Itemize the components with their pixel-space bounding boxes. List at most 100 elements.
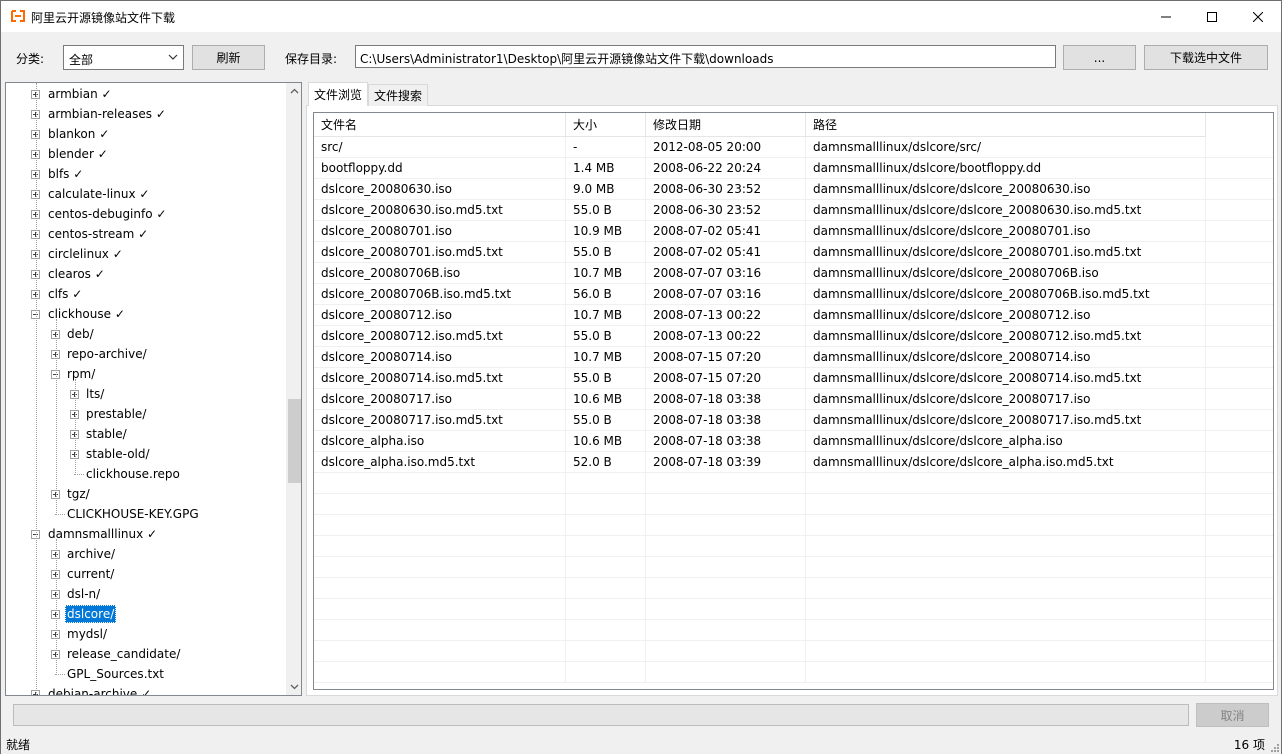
browse-button[interactable]: ... (1063, 45, 1136, 70)
table-row[interactable]: dslcore_20080717.iso.md5.txt 55.0 B 2008-0… (314, 410, 1273, 431)
table-cell: damnsmalllinux/dslcore/bootfloppy.dd (806, 158, 1206, 179)
scroll-down-button[interactable] (286, 678, 301, 695)
table-cell: dslcore_20080717.iso.md5.txt (314, 410, 566, 431)
tree-item[interactable]: clearos ✓ (6, 264, 286, 284)
table-cell (314, 620, 566, 641)
tree-item[interactable]: blender ✓ (6, 144, 286, 164)
tree-item[interactable]: tgz/ (6, 484, 286, 504)
tree-item[interactable]: release_candidate/ (6, 644, 286, 664)
tree-scrollbar[interactable] (286, 83, 301, 695)
tree-item[interactable]: centos-debuginfo ✓ (6, 204, 286, 224)
table-row[interactable]: dslcore_20080706B.iso.md5.txt 56.0 B 2008-… (314, 284, 1273, 305)
table-row[interactable]: dslcore_20080701.iso.md5.txt 55.0 B 2008-0… (314, 242, 1273, 263)
column-header-date[interactable]: 修改日期 (646, 113, 806, 137)
table-row[interactable]: dslcore_alpha.iso.md5.txt 52.0 B 2008-07-1… (314, 452, 1273, 473)
column-header-size[interactable]: 大小 (566, 113, 646, 137)
cancel-button[interactable]: 取消 (1196, 703, 1269, 727)
tab-file-browse[interactable]: 文件浏览 (308, 82, 368, 106)
title-bar[interactable]: 阿里云开源镜像站文件下载 (1, 1, 1281, 32)
column-header-path[interactable]: 路径 (806, 113, 1206, 137)
scroll-thumb[interactable] (288, 399, 301, 483)
table-cell (1206, 599, 1273, 620)
table-row (314, 578, 1273, 599)
tree-item[interactable]: repo-archive/ (6, 344, 286, 364)
tree-item[interactable]: GPL_Sources.txt (6, 664, 286, 684)
tree-item[interactable]: clfs ✓ (6, 284, 286, 304)
table-row[interactable]: src/-2012-08-05 20:00 damnsmalllinux/dslc… (314, 137, 1273, 158)
table-row[interactable]: dslcore_alpha.iso 10.6 MB 2008-07-18 03:38… (314, 431, 1273, 452)
file-list[interactable]: 文件名 大小 修改日期 路径 src/-2012-08-05 20:00 damn… (313, 112, 1274, 690)
refresh-button[interactable]: 刷新 (192, 45, 265, 70)
tree-item[interactable]: calculate-linux ✓ (6, 184, 286, 204)
tree-connector (36, 83, 37, 695)
minimize-button[interactable] (1143, 1, 1189, 32)
tree-item-label: prestable/ (86, 407, 147, 421)
table-row[interactable]: dslcore_20080714.iso 10.7 MB 2008-07-15 07… (314, 347, 1273, 368)
tree-item[interactable]: armbian ✓ (6, 84, 286, 104)
tree-item-label: repo-archive/ (67, 347, 147, 361)
tree-item[interactable]: archive/ (6, 544, 286, 564)
tree-item[interactable]: centos-stream ✓ (6, 224, 286, 244)
tree-item[interactable]: debian-archive ✓ (6, 684, 286, 695)
table-row[interactable]: dslcore_20080706B.iso 10.7 MB 2008-07-07 0… (314, 263, 1273, 284)
tree-item[interactable]: blankon ✓ (6, 124, 286, 144)
resize-grip-icon[interactable] (1269, 742, 1279, 752)
table-cell: damnsmalllinux/dslcore/dslcore_20080706B… (806, 284, 1206, 305)
download-selected-button[interactable]: 下载选中文件 (1144, 45, 1268, 70)
table-cell: 2008-06-30 23:52 (646, 200, 806, 221)
table-cell: dslcore_20080712.iso.md5.txt (314, 326, 566, 347)
table-cell: damnsmalllinux/dslcore/dslcore_20080714.… (806, 368, 1206, 389)
table-row[interactable]: dslcore_20080714.iso.md5.txt 55.0 B 2008-0… (314, 368, 1273, 389)
table-cell: 10.9 MB (566, 221, 646, 242)
table-row[interactable]: dslcore_20080630.iso.md5.txt 55.0 B 2008-0… (314, 200, 1273, 221)
scroll-up-button[interactable] (286, 83, 301, 100)
tree-item[interactable]: rpm/ (6, 364, 286, 384)
tree-item[interactable]: dslcore/ (6, 604, 286, 624)
tree-item[interactable]: stable-old/ (6, 444, 286, 464)
tree-item[interactable]: lts/ (6, 384, 286, 404)
tree-item-label: release_candidate/ (67, 647, 181, 661)
column-header-name[interactable]: 文件名 (314, 113, 566, 137)
tree-item[interactable]: deb/ (6, 324, 286, 344)
table-cell (1206, 368, 1273, 389)
tree-item[interactable]: CLICKHOUSE-KEY.GPG (6, 504, 286, 524)
tree-item[interactable]: stable/ (6, 424, 286, 444)
tree-item[interactable]: current/ (6, 564, 286, 584)
table-cell: damnsmalllinux/dslcore/dslcore_20080717.… (806, 410, 1206, 431)
table-cell (566, 536, 646, 557)
tree-item[interactable]: dsl-n/ (6, 584, 286, 604)
tree-item[interactable]: clickhouse ✓ (6, 304, 286, 324)
table-cell: damnsmalllinux/dslcore/dslcore_20080706B… (806, 263, 1206, 284)
tree-item-label: dslcore/ (65, 605, 117, 623)
table-row[interactable]: dslcore_20080712.iso.md5.txt 55.0 B 2008-0… (314, 326, 1273, 347)
table-row[interactable]: dslcore_20080630.iso 9.0 MB 2008-06-30 23:… (314, 179, 1273, 200)
table-cell (1206, 179, 1273, 200)
table-row[interactable]: dslcore_20080701.iso 10.9 MB 2008-07-02 05… (314, 221, 1273, 242)
table-row[interactable]: dslcore_20080717.iso 10.6 MB 2008-07-18 03… (314, 389, 1273, 410)
tree-item[interactable]: armbian-releases ✓ (6, 104, 286, 124)
tree-item[interactable]: clickhouse.repo (6, 464, 286, 484)
tree-item[interactable]: damnsmalllinux ✓ (6, 524, 286, 544)
table-row[interactable]: dslcore_20080712.iso 10.7 MB 2008-07-13 00… (314, 305, 1273, 326)
category-select[interactable]: 全部 (63, 45, 184, 70)
table-cell (566, 473, 646, 494)
table-cell (806, 641, 1206, 662)
tree-item[interactable]: blfs ✓ (6, 164, 286, 184)
tree-item[interactable]: circlelinux ✓ (6, 244, 286, 264)
tree-item[interactable]: mydsl/ (6, 624, 286, 644)
tree-item[interactable]: prestable/ (6, 404, 286, 424)
save-dir-input[interactable]: C:\Users\Administrator1\Desktop\阿里云开源镜像站… (355, 45, 1056, 68)
table-row[interactable]: bootfloppy.dd 1.4 MB 2008-06-22 20:24 damns… (314, 158, 1273, 179)
directory-tree[interactable]: armbian ✓ armbian-releases ✓ blankon ✓ blen… (5, 82, 302, 696)
table-cell: damnsmalllinux/dslcore/dslcore_20080717.… (806, 389, 1206, 410)
table-cell (1206, 473, 1273, 494)
table-cell (1206, 137, 1273, 158)
table-cell: damnsmalllinux/dslcore/dslcore_20080630.… (806, 200, 1206, 221)
tree-item-label: stable/ (86, 427, 127, 441)
window-title: 阿里云开源镜像站文件下载 (31, 11, 176, 25)
table-cell: 55.0 B (566, 242, 646, 263)
maximize-button[interactable] (1189, 1, 1235, 32)
close-button[interactable] (1235, 1, 1281, 32)
tab-file-search[interactable]: 文件搜索 (368, 84, 428, 106)
table-cell: 2008-06-22 20:24 (646, 158, 806, 179)
